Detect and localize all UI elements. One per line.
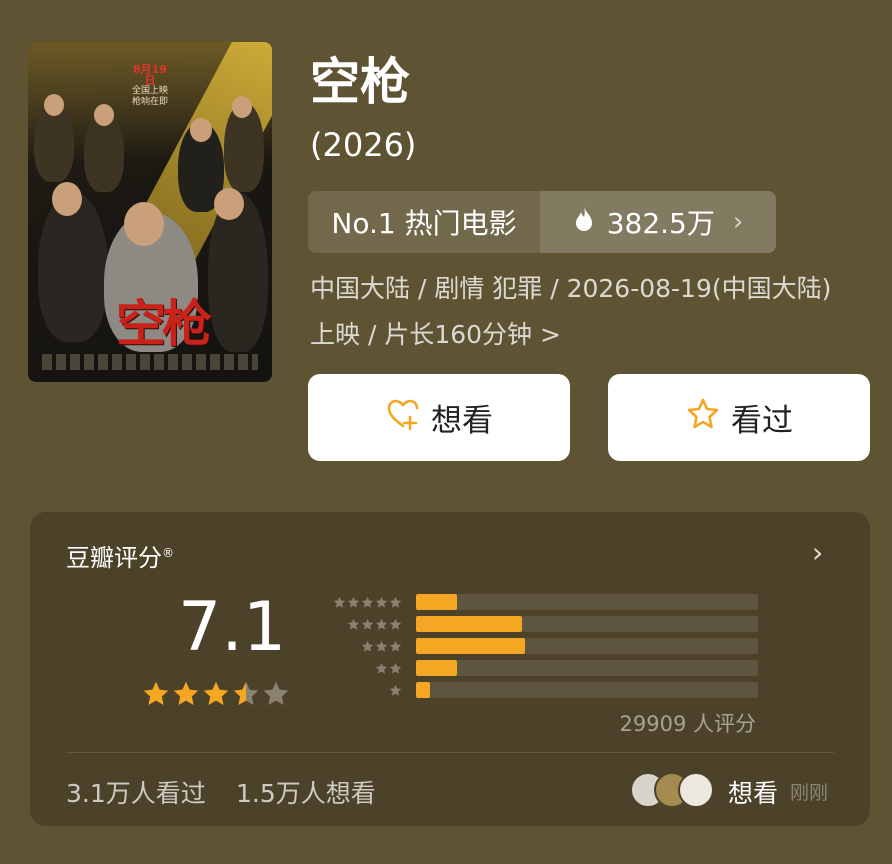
small-star-icon xyxy=(375,596,388,608)
votes-count: 29909 人评分 xyxy=(619,712,756,736)
movie-meta-line1: 中国大陆 / 剧情 犯罪 / 2026-08-19(中国大陆) xyxy=(310,274,832,303)
distribution-row-1-star xyxy=(318,680,758,700)
movie-title: 空枪 xyxy=(310,53,410,111)
poster-face xyxy=(232,96,252,118)
star-icon xyxy=(203,681,229,705)
poster-release-date: 8月19日 xyxy=(133,63,167,87)
small-star-icon xyxy=(361,618,374,630)
activity-time: 刚刚 xyxy=(790,782,829,804)
chevron-right-icon[interactable]: › xyxy=(812,536,823,569)
want-count[interactable]: 1.5万人想看 xyxy=(236,774,376,810)
poster-face xyxy=(124,202,164,246)
rating-card[interactable]: 豆瓣评分® › 7.1 29909 人评分 3.1万人看过 1.5万人想看 想看… xyxy=(30,512,870,826)
rating-header: 豆瓣评分® xyxy=(66,538,174,573)
small-star-icon xyxy=(389,640,402,652)
small-star-icon xyxy=(333,596,346,608)
distribution-bar xyxy=(416,616,523,632)
poster-release-line: 枪响在即 xyxy=(131,97,168,107)
small-star-icon xyxy=(347,596,360,608)
star-icon xyxy=(173,681,199,705)
star-icon xyxy=(143,681,169,705)
small-star-icon xyxy=(347,618,360,630)
chevron-right-icon: › xyxy=(732,207,744,237)
distribution-row-4-star xyxy=(318,614,758,634)
watched-button[interactable]: 看过 xyxy=(608,374,870,461)
distribution-row-5-star xyxy=(318,592,758,612)
rank-label: No.1 热门电影 xyxy=(331,207,517,240)
avatar xyxy=(678,772,714,808)
distribution-bar xyxy=(416,594,458,610)
distribution-bar xyxy=(416,660,458,676)
distribution-bar xyxy=(416,638,526,654)
poster-title: 空枪 xyxy=(116,294,212,353)
small-star-icon xyxy=(375,640,388,652)
flame-icon xyxy=(573,206,595,239)
poster-release-info: 8月19日 全国上映 枪响在即 xyxy=(128,64,172,108)
poster-face xyxy=(44,94,64,116)
poster-face xyxy=(94,104,114,126)
small-star-icon xyxy=(389,662,402,674)
activity-action: 想看 xyxy=(728,779,779,808)
registered-mark: ® xyxy=(162,546,174,560)
distribution-bar xyxy=(416,682,430,698)
rank-pill[interactable]: No.1 热门电影 382.5万 › xyxy=(308,191,776,253)
distribution-stars-label xyxy=(318,596,402,609)
poster-release-line: 全国上映 xyxy=(131,86,168,96)
distribution-track xyxy=(416,616,758,632)
rating-header-text: 豆瓣评分 xyxy=(66,544,162,572)
distribution-track xyxy=(416,682,758,698)
distribution-track xyxy=(416,594,758,610)
small-star-icon xyxy=(389,618,402,630)
poster-face xyxy=(214,188,244,220)
small-star-icon xyxy=(375,662,388,674)
poster-credits xyxy=(42,354,258,370)
small-star-icon xyxy=(361,596,374,608)
want-to-watch-button[interactable]: 想看 xyxy=(308,374,570,461)
divider xyxy=(66,752,834,753)
star-icon xyxy=(263,681,289,705)
distribution-row-3-star xyxy=(318,636,758,656)
poster-face xyxy=(52,182,82,216)
seen-label: 看过 xyxy=(731,403,793,439)
heart-plus-icon xyxy=(385,396,421,440)
distribution-stars-label xyxy=(318,640,402,653)
movie-poster[interactable]: 8月19日 全国上映 枪响在即 空枪 xyxy=(28,42,272,382)
heat-section[interactable]: 382.5万 › xyxy=(540,191,776,253)
poster-face xyxy=(190,118,212,142)
heat-value: 382.5万 xyxy=(606,207,715,240)
distribution-track xyxy=(416,638,758,654)
seen-count[interactable]: 3.1万人看过 xyxy=(66,774,206,810)
distribution-track xyxy=(416,660,758,676)
rating-score: 7.1 xyxy=(178,588,287,667)
small-star-icon xyxy=(389,684,402,696)
distribution-row-2-star xyxy=(318,658,758,678)
small-star-icon xyxy=(375,618,388,630)
want-label: 想看 xyxy=(431,403,493,439)
star-icon xyxy=(233,681,259,705)
movie-meta-line2[interactable]: 上映 / 片长160分钟 > xyxy=(310,318,561,352)
rating-stars xyxy=(142,680,290,708)
small-star-icon xyxy=(361,640,374,652)
distribution-stars-label xyxy=(318,662,402,675)
distribution-stars-label xyxy=(318,684,402,697)
distribution-stars-label xyxy=(318,618,402,631)
avatar-group[interactable] xyxy=(630,772,720,808)
star-outline-icon xyxy=(685,396,721,440)
small-star-icon xyxy=(389,596,402,608)
movie-year: (2026) xyxy=(310,126,417,164)
